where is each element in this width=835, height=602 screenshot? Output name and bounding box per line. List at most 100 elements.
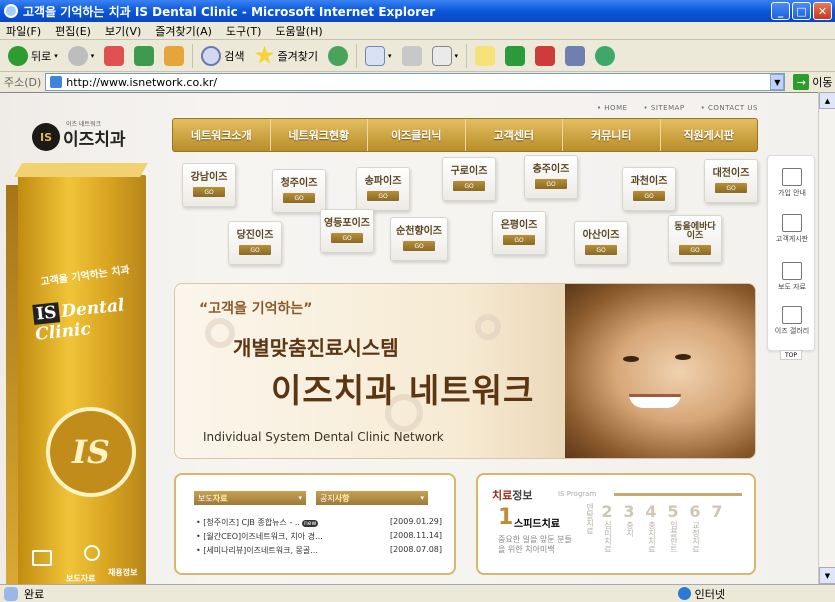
go-button[interactable]: GO	[283, 193, 315, 204]
clinic-tile-songpa[interactable]: 송파이즈 GO	[356, 167, 410, 211]
clinic-tile-gangnam[interactable]: 강남이즈 GO	[182, 163, 236, 207]
program-col[interactable]: 2 심미치료	[600, 503, 614, 553]
go-button[interactable]: GO	[193, 187, 225, 198]
mail-button[interactable]: ▾	[363, 43, 394, 69]
go-button[interactable]: GO	[633, 191, 665, 202]
messenger-button[interactable]	[593, 43, 617, 69]
nav-network-status[interactable]: 네트워크현황	[271, 119, 368, 151]
top-button[interactable]: TOP	[780, 350, 802, 360]
program-col[interactable]: 5 임플란트	[666, 503, 680, 553]
menu-help[interactable]: 도움말(H)	[275, 23, 322, 39]
clinic-tile-yeongdeungpo[interactable]: 영등포이즈 GO	[320, 209, 374, 253]
news-item[interactable]: • [월간CEO]이즈네트워크, 치아 경... [2008.11.14]	[196, 531, 442, 542]
program-col[interactable]: 3 충치	[622, 503, 636, 537]
address-dropdown-icon[interactable]: ▼	[770, 74, 785, 90]
forward-dropdown-icon[interactable]: ▾	[91, 52, 95, 60]
smiling-woman-photo	[565, 284, 755, 458]
quick-gallery[interactable]: 이즈 갤러리	[768, 306, 816, 336]
book-icon	[782, 306, 802, 324]
go-button[interactable]: GO	[715, 183, 747, 194]
discuss-button[interactable]	[473, 43, 497, 69]
research-button[interactable]	[563, 43, 587, 69]
vertical-scrollbar[interactable]: ▲ ▼	[818, 92, 835, 584]
tab-notice[interactable]: 공지 사항	[316, 491, 428, 505]
scroll-up-icon[interactable]: ▲	[819, 92, 835, 109]
stop-button[interactable]	[102, 43, 126, 69]
clinic-tile-dongeul[interactable]: 동을에바다 이즈 GO	[668, 215, 722, 263]
clinic-tile-cheongju[interactable]: 청주이즈 GO	[272, 169, 326, 213]
program-col[interactable]: 7	[710, 503, 724, 521]
go-button[interactable]: GO	[403, 241, 435, 252]
clinic-tile-eunpyeong[interactable]: 은평이즈 GO	[492, 211, 546, 255]
addon-g-button[interactable]	[503, 43, 527, 69]
clinic-tile-chungju[interactable]: 충주이즈 GO	[524, 155, 578, 199]
address-input[interactable]: http://www.isnetwork.co.kr/ ▼	[45, 73, 786, 91]
news-item[interactable]: • [청주이즈] CJB 종합뉴스 - .. new [2009.01.29]	[196, 517, 442, 528]
menu-favorites[interactable]: 즐겨찾기(A)	[155, 23, 212, 39]
clinic-tile-dangjin[interactable]: 당진이즈 GO	[228, 221, 282, 265]
back-button[interactable]: 뒤로 ▾	[6, 43, 60, 69]
nav-community[interactable]: 커뮤니티	[563, 119, 661, 151]
site-logo[interactable]: 이즈 네트워크 IS 이즈치과	[32, 121, 126, 151]
menu-edit[interactable]: 편집(E)	[55, 23, 91, 39]
news-item[interactable]: • [세미나리뷰]이즈네트워크, 몽골... [2008.07.08]	[196, 545, 442, 556]
go-button[interactable]: → 이동	[793, 74, 833, 90]
mail-dropdown-icon[interactable]: ▾	[388, 52, 392, 60]
program-col[interactable]: 6 교정치료	[688, 503, 702, 553]
recruit-icon[interactable]	[84, 545, 100, 561]
program-col[interactable]: 덴탈치료	[582, 503, 596, 535]
menu-view[interactable]: 보기(V)	[105, 23, 141, 39]
forward-button[interactable]: ▾	[66, 43, 97, 69]
search-button[interactable]: 검색	[199, 43, 246, 69]
maximize-button[interactable]: □	[792, 2, 811, 20]
addon-translate-button[interactable]	[533, 43, 557, 69]
edit-dropdown-icon[interactable]: ▾	[455, 52, 459, 60]
go-button[interactable]: GO	[453, 181, 485, 192]
program-1-label[interactable]: 스피드치료	[514, 515, 560, 530]
contact-link[interactable]: • CONTACT US	[701, 104, 758, 112]
clinic-name: 구로이즈	[450, 165, 488, 177]
quick-press[interactable]: 보도 자료	[768, 262, 816, 292]
go-button[interactable]: GO	[503, 235, 535, 246]
nav-is-clinic[interactable]: 이즈클리닉	[368, 119, 466, 151]
hero-banner[interactable]: “고객을 기억하는” 개별맞춤진료시스템 이즈치과 네트워크 Individua…	[174, 283, 756, 459]
quick-menu: 가입 안내 고객게시판 보도 자료 이즈 갤러리 TOP	[767, 155, 816, 360]
press-link[interactable]: 보도자료	[66, 573, 95, 584]
program-col[interactable]: 4 충치치료	[644, 503, 658, 553]
print-button[interactable]	[400, 43, 424, 69]
menu-file[interactable]: 파일(F)	[6, 23, 41, 39]
tab-press-label-a: 보도	[198, 493, 213, 503]
quick-join-guide[interactable]: 가입 안내	[768, 168, 816, 198]
go-button[interactable]: GO	[679, 245, 711, 256]
history-button[interactable]	[326, 43, 350, 69]
press-icon[interactable]	[32, 550, 52, 566]
go-button[interactable]: GO	[331, 233, 363, 244]
clinic-tile-suncheonhyang[interactable]: 순천향이즈 GO	[390, 217, 448, 261]
nav-staff-board[interactable]: 직원게시판	[661, 119, 758, 151]
refresh-button[interactable]	[132, 43, 156, 69]
home-link[interactable]: • HOME	[597, 104, 628, 112]
go-button[interactable]: GO	[239, 245, 271, 256]
edit-button[interactable]: ▾	[430, 43, 461, 69]
menu-tools[interactable]: 도구(T)	[226, 23, 262, 39]
clinic-tile-guro[interactable]: 구로이즈 GO	[442, 157, 496, 201]
minimize-button[interactable]: _	[771, 2, 790, 20]
quick-customer-board[interactable]: 고객게시판	[768, 214, 816, 244]
close-button[interactable]: ✕	[813, 2, 832, 20]
go-button[interactable]: GO	[535, 179, 567, 190]
nav-customer-center[interactable]: 고객센터	[466, 119, 563, 151]
back-dropdown-icon[interactable]: ▾	[54, 52, 58, 60]
clinic-tile-asan[interactable]: 아산이즈 GO	[574, 221, 628, 265]
recruit-link[interactable]: 채용정보	[108, 567, 137, 578]
go-button[interactable]: GO	[585, 245, 617, 256]
favorites-button[interactable]: 즐겨찾기	[253, 43, 320, 69]
scroll-down-icon[interactable]: ▼	[819, 567, 835, 584]
clinic-tile-gwacheon[interactable]: 과천이즈 GO	[622, 167, 676, 211]
sitemap-link[interactable]: • SITEMAP	[644, 104, 685, 112]
home-button[interactable]	[162, 43, 186, 69]
tab-press[interactable]: 보도 자료	[194, 491, 306, 505]
nav-network-intro[interactable]: 네트워크소개	[173, 119, 271, 151]
is-emblem: IS	[46, 407, 136, 497]
go-button[interactable]: GO	[367, 191, 399, 202]
clinic-tile-daejeon[interactable]: 대전이즈 GO	[704, 159, 758, 203]
